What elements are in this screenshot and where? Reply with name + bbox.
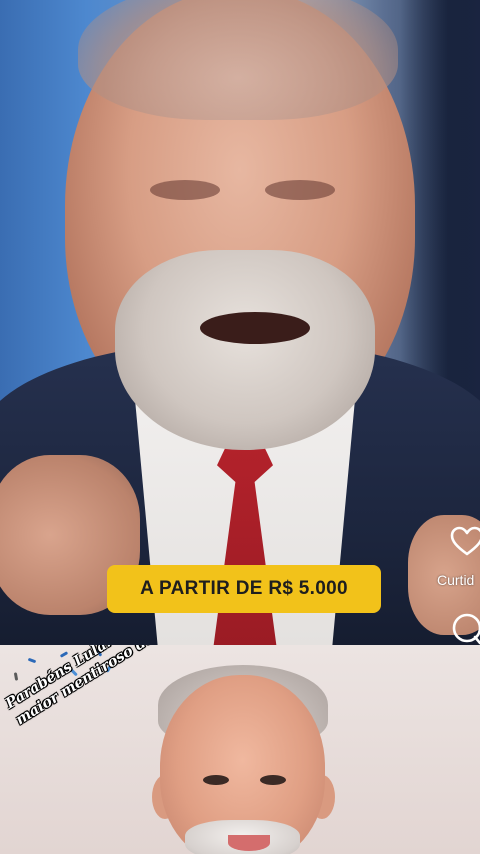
comment-icon: [452, 613, 480, 645]
speaker-eye-right: [265, 180, 335, 200]
video-frame[interactable]: A PARTIR DE R$ 5.000: [0, 0, 480, 645]
meme-image: Parabéns Lula! Por ser o maior mentiroso…: [0, 645, 480, 854]
price-badge: A PARTIR DE R$ 5.000: [107, 565, 381, 613]
speaker-beard: [115, 250, 375, 450]
meme-tongue: [228, 835, 270, 851]
like-button[interactable]: [450, 526, 480, 558]
speaker-mouth: [200, 312, 310, 344]
screen: A PARTIR DE R$ 5.000 Curtid Parabéns Lul…: [0, 0, 480, 854]
like-count-label: Curtid: [437, 572, 475, 588]
speaker-hair: [78, 0, 398, 120]
speaker-eye-left: [150, 180, 220, 200]
meme-eye-right: [260, 775, 286, 785]
meme-eye-left: [203, 775, 229, 785]
heart-icon: [450, 526, 480, 556]
comment-button[interactable]: [450, 612, 480, 646]
